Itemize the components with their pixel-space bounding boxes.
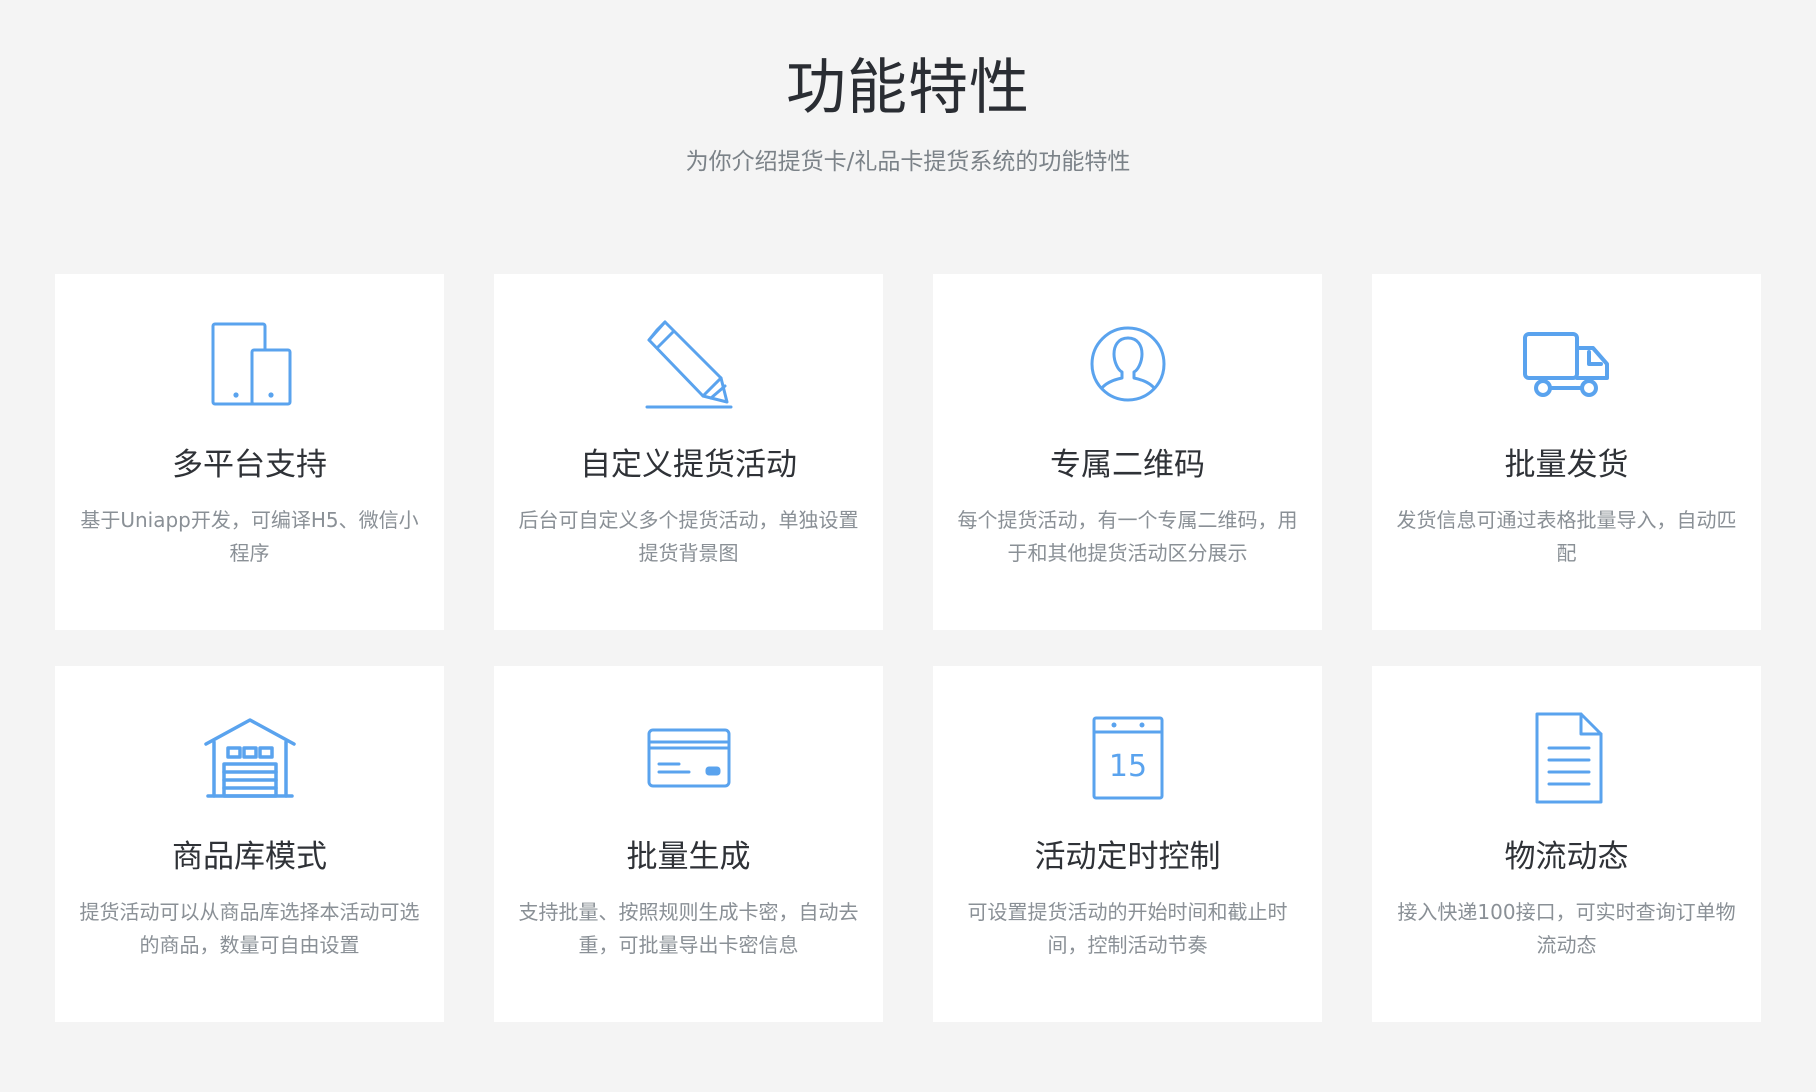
feature-card-logistics[interactable]: 物流动态 接入快递100接口，可实时查询订单物流动态 bbox=[1372, 666, 1761, 1022]
card-icon bbox=[494, 708, 883, 808]
feature-description: 每个提货活动，有一个专属二维码，用于和其他提货活动区分展示 bbox=[957, 508, 1298, 565]
feature-title: 批量生成 bbox=[626, 839, 751, 875]
feature-card-timed-control[interactable]: 15 活动定时控制 可设置提货活动的开始时间和截止时间，控制活动节奏 bbox=[933, 666, 1322, 1022]
feature-description: 提货活动可以从商品库选择本活动可选的商品，数量可自由设置 bbox=[79, 900, 420, 957]
feature-title: 自定义提货活动 bbox=[580, 447, 797, 483]
feature-description: 基于Uniapp开发，可编译H5、微信小程序 bbox=[80, 508, 419, 565]
page-title: 功能特性 bbox=[786, 53, 1030, 123]
feature-title: 活动定时控制 bbox=[1034, 839, 1221, 875]
warehouse-icon bbox=[55, 708, 444, 808]
feature-description: 接入快递100接口，可实时查询订单物流动态 bbox=[1397, 900, 1736, 957]
calendar-icon: 15 bbox=[933, 708, 1322, 808]
pencil-icon bbox=[494, 316, 883, 416]
feature-card-product-library[interactable]: 商品库模式 提货活动可以从商品库选择本活动可选的商品，数量可自由设置 bbox=[55, 666, 444, 1022]
feature-description: 可设置提货活动的开始时间和截止时间，控制活动节奏 bbox=[967, 900, 1288, 957]
feature-title: 多平台支持 bbox=[172, 447, 327, 483]
feature-description: 后台可自定义多个提货活动，单独设置提货背景图 bbox=[518, 508, 859, 565]
devices-icon bbox=[55, 316, 444, 416]
truck-icon bbox=[1372, 316, 1761, 416]
feature-title: 专属二维码 bbox=[1050, 447, 1205, 483]
feature-description: 支持批量、按照规则生成卡密，自动去重，可批量导出卡密信息 bbox=[518, 900, 859, 957]
feature-card-qrcode[interactable]: 专属二维码 每个提货活动，有一个专属二维码，用于和其他提货活动区分展示 bbox=[933, 274, 1322, 630]
calendar-day-text: 15 bbox=[1108, 749, 1146, 784]
feature-title: 批量发货 bbox=[1504, 447, 1629, 483]
user-icon bbox=[933, 316, 1322, 416]
feature-card-batch-generate[interactable]: 批量生成 支持批量、按照规则生成卡密，自动去重，可批量导出卡密信息 bbox=[494, 666, 883, 1022]
feature-description: 发货信息可通过表格批量导入，自动匹配 bbox=[1396, 508, 1737, 565]
feature-card-batch-shipping[interactable]: 批量发货 发货信息可通过表格批量导入，自动匹配 bbox=[1372, 274, 1761, 630]
feature-grid: 多平台支持 基于Uniapp开发，可编译H5、微信小程序 自定义提货活动 后台可… bbox=[55, 274, 1761, 1022]
feature-title: 物流动态 bbox=[1504, 839, 1629, 875]
feature-card-multi-platform[interactable]: 多平台支持 基于Uniapp开发，可编译H5、微信小程序 bbox=[55, 274, 444, 630]
feature-title: 商品库模式 bbox=[172, 839, 327, 875]
feature-card-custom-activity[interactable]: 自定义提货活动 后台可自定义多个提货活动，单独设置提货背景图 bbox=[494, 274, 883, 630]
page-subtitle: 为你介绍提货卡/礼品卡提货系统的功能特性 bbox=[685, 149, 1131, 175]
document-icon bbox=[1372, 708, 1761, 808]
